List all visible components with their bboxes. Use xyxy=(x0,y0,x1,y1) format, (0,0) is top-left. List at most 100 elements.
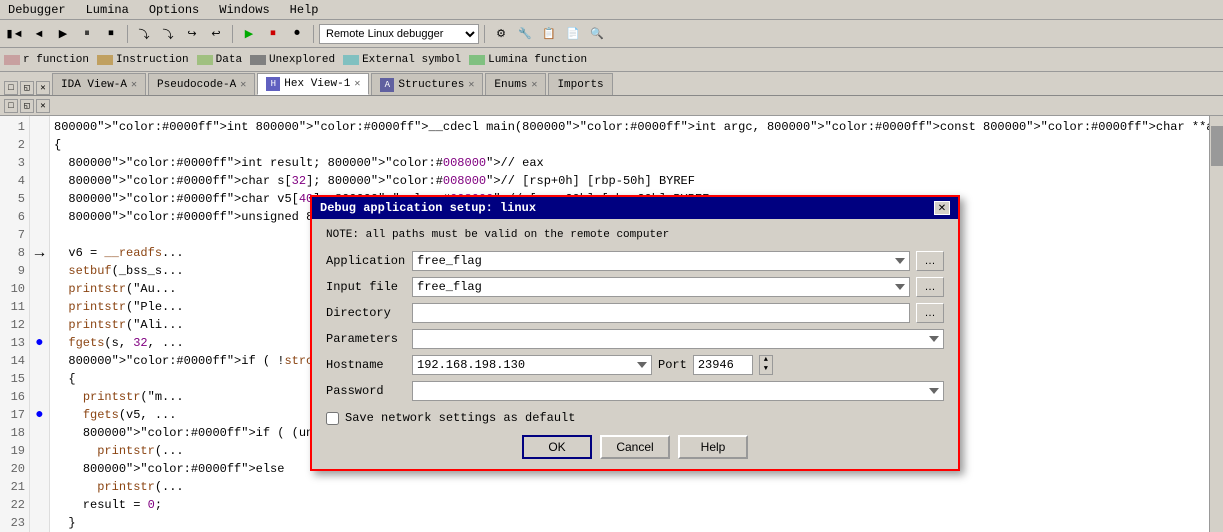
code-line: printstr(... xyxy=(54,478,1219,496)
line-marker xyxy=(30,424,49,442)
menu-debugger[interactable]: Debugger xyxy=(4,3,70,17)
legend-data: Data xyxy=(197,54,242,66)
toolbar-btn-3[interactable]: ▶ xyxy=(52,23,74,45)
input-file-row: Input file free_flag … xyxy=(326,277,944,297)
line-marker xyxy=(30,442,49,460)
menu-lumina[interactable]: Lumina xyxy=(82,3,133,17)
cancel-button[interactable]: Cancel xyxy=(600,435,670,459)
line-marker xyxy=(30,478,49,496)
directory-input[interactable] xyxy=(412,303,910,323)
application-browse-button[interactable]: … xyxy=(916,251,944,271)
toolbar: ▮◄ ◄ ▶ ⏸ ⏹ ⤵ ⤵ ↪ ↩ ▶ ⏹ ⏺ Remote Linux de… xyxy=(0,20,1223,48)
line-marker xyxy=(30,316,49,334)
input-file-browse-button[interactable]: … xyxy=(916,277,944,297)
code-collapse-btn[interactable]: □ xyxy=(4,99,18,113)
panel-restore-btn[interactable]: ◱ xyxy=(20,81,34,95)
application-select[interactable]: free_flag xyxy=(412,251,910,271)
parameters-select[interactable] xyxy=(412,329,944,349)
scroll-indicator[interactable] xyxy=(1209,116,1223,532)
tab-pseudocode-a[interactable]: Pseudocode-A ✕ xyxy=(148,73,255,95)
line-marker xyxy=(30,226,49,244)
toolbar-btn-2[interactable]: ◄ xyxy=(28,23,50,45)
toolbar-btn-5[interactable]: ⏹ xyxy=(100,23,122,45)
toolbar-btn-8[interactable]: ↪ xyxy=(181,23,203,45)
toolbar-btn-play[interactable]: ▶ xyxy=(238,23,260,45)
tab-hex-view-1[interactable]: H Hex View-1 ✕ xyxy=(257,73,369,95)
toolbar-btn-4[interactable]: ⏸ xyxy=(76,23,98,45)
tab-pseudocode-a-close[interactable]: ✕ xyxy=(240,79,246,91)
line-number: 21 xyxy=(0,478,29,496)
legend-external-symbol: External symbol xyxy=(343,54,461,66)
toolbar-sep-2 xyxy=(232,25,233,43)
directory-browse-button[interactable]: … xyxy=(916,303,944,323)
tab-hex-view-1-close[interactable]: ✕ xyxy=(354,78,360,90)
line-number: 14 xyxy=(0,352,29,370)
save-settings-checkbox[interactable] xyxy=(326,412,339,425)
toolbar-btn-stop[interactable]: ⏹ xyxy=(262,23,284,45)
line-marker xyxy=(30,118,49,136)
port-input[interactable] xyxy=(693,355,753,375)
toolbar-btn-6[interactable]: ⤵ xyxy=(133,23,155,45)
tab-ida-view-a-label: IDA View-A xyxy=(61,79,127,91)
tab-enums[interactable]: Enums ✕ xyxy=(485,73,546,95)
save-settings-label[interactable]: Save network settings as default xyxy=(345,411,575,425)
input-file-select[interactable]: free_flag xyxy=(412,277,910,297)
line-number: 17 xyxy=(0,406,29,424)
tab-pseudocode-a-label: Pseudocode-A xyxy=(157,79,236,91)
save-settings-row: Save network settings as default xyxy=(326,411,944,425)
help-button[interactable]: Help xyxy=(678,435,748,459)
legend-color-external-symbol xyxy=(343,55,359,65)
dialog-buttons: OK Cancel Help xyxy=(326,435,944,459)
scroll-thumb[interactable] xyxy=(1211,126,1223,166)
line-number: 22 xyxy=(0,496,29,514)
toolbar-btn-extra4[interactable]: 📄 xyxy=(562,23,584,45)
parameters-row: Parameters xyxy=(326,329,944,349)
tab-structures[interactable]: A Structures ✕ xyxy=(371,73,483,95)
tab-structures-close[interactable]: ✕ xyxy=(468,79,474,91)
line-marker xyxy=(30,190,49,208)
dialog-close-button[interactable]: ✕ xyxy=(934,201,950,215)
toolbar-btn-extra2[interactable]: 🔧 xyxy=(514,23,536,45)
parameters-label: Parameters xyxy=(326,332,406,346)
debug-dialog[interactable]: Debug application setup: linux ✕ NOTE: a… xyxy=(310,195,960,471)
remote-debugger-select[interactable]: Remote Linux debugger xyxy=(319,24,479,44)
ok-button[interactable]: OK xyxy=(522,435,592,459)
application-row: Application free_flag … xyxy=(326,251,944,271)
port-spin-down[interactable]: ▼ xyxy=(764,366,768,373)
tab-imports[interactable]: Imports xyxy=(548,73,612,95)
toolbar-btn-9[interactable]: ↩ xyxy=(205,23,227,45)
legend-r-function: r function xyxy=(4,54,89,66)
line-number: 23 xyxy=(0,514,29,532)
password-label: Password xyxy=(326,384,406,398)
menu-options[interactable]: Options xyxy=(145,3,203,17)
port-label: Port xyxy=(658,358,687,372)
line-number: 15 xyxy=(0,370,29,388)
toolbar-btn-1[interactable]: ▮◄ xyxy=(4,23,26,45)
code-restore-btn[interactable]: ◱ xyxy=(20,99,34,113)
port-spin[interactable]: ▲ ▼ xyxy=(759,355,773,375)
hex-view-icon: H xyxy=(266,77,280,91)
panel-collapse-btn[interactable]: □ xyxy=(4,81,18,95)
toolbar-btn-extra1[interactable]: ⚙ xyxy=(490,23,512,45)
tab-hex-view-1-label: Hex View-1 xyxy=(284,78,350,90)
line-number: 3 xyxy=(0,154,29,172)
menu-help[interactable]: Help xyxy=(286,3,323,17)
toolbar-btn-rec[interactable]: ⏺ xyxy=(286,23,308,45)
menu-windows[interactable]: Windows xyxy=(215,3,273,17)
hostname-select[interactable]: 192.168.198.130 xyxy=(412,355,652,375)
password-select[interactable] xyxy=(412,381,944,401)
line-number: 19 xyxy=(0,442,29,460)
code-close-btn[interactable]: ✕ xyxy=(36,99,50,113)
port-spin-up[interactable]: ▲ xyxy=(764,357,768,364)
toolbar-btn-7[interactable]: ⤵ xyxy=(157,23,179,45)
toolbar-btn-extra3[interactable]: 📋 xyxy=(538,23,560,45)
panel-close-btn[interactable]: ✕ xyxy=(36,81,50,95)
line-marker: ● xyxy=(30,334,49,352)
toolbar-sep-1 xyxy=(127,25,128,43)
tab-ida-view-a[interactable]: IDA View-A ✕ xyxy=(52,73,146,95)
line-number: 16 xyxy=(0,388,29,406)
tab-ida-view-a-close[interactable]: ✕ xyxy=(131,79,137,91)
tab-enums-close[interactable]: ✕ xyxy=(531,79,537,91)
toolbar-btn-extra5[interactable]: 🔍 xyxy=(586,23,608,45)
legend-unexplored: Unexplored xyxy=(250,54,335,66)
